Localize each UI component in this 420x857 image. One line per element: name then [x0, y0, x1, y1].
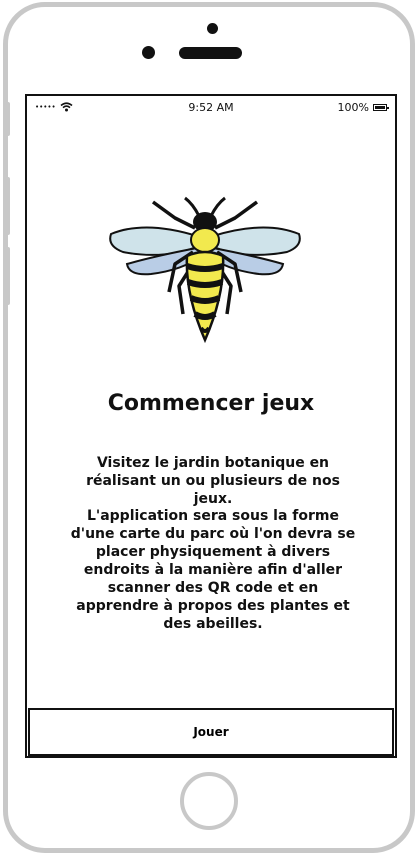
intro-paragraph: Visitez le jardin botanique en réalisant…	[86, 455, 340, 507]
play-button[interactable]: Jouer	[28, 708, 394, 756]
proximity-sensor	[142, 46, 155, 59]
silent-switch	[5, 102, 10, 136]
status-right: 100%	[337, 101, 389, 114]
earpiece-speaker	[179, 47, 242, 59]
battery-percent: 100%	[337, 101, 369, 114]
phone-screen: ••••• 9:52 AM 100% Commencer jeux Visite…	[25, 94, 397, 758]
page-title: Commencer jeux	[107, 391, 315, 416]
status-bar: ••••• 9:52 AM 100%	[27, 96, 395, 118]
battery-icon	[373, 104, 389, 111]
volume-down-button	[5, 247, 10, 305]
description-paragraph: L'application sera sous la forme d'une c…	[70, 508, 356, 632]
home-button[interactable]	[180, 772, 238, 830]
volume-up-button	[5, 177, 10, 235]
front-camera	[207, 23, 218, 34]
bee-illustration	[109, 196, 301, 344]
